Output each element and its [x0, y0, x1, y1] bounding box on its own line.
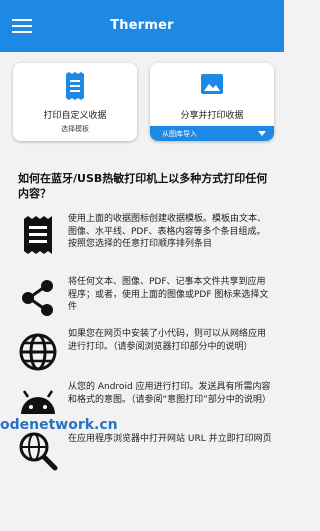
print-custom-receipt-card[interactable]: 打印自定义收据 选择模板 — [13, 63, 137, 141]
watermark: odenetwork.cn — [0, 417, 118, 433]
app-bar: Thermer — [0, 0, 284, 52]
card-label: 打印自定义收据 — [43, 111, 107, 121]
dropdown-value: 从图库导入 — [162, 130, 197, 138]
search-web-icon — [19, 432, 58, 471]
help-question: 如何在蓝牙/USB热敏打印机上以多种方式打印任何内容？ — [18, 172, 268, 200]
import-source-dropdown[interactable]: 从图库导入 — [150, 126, 274, 141]
method-text: 在应用程序浏览器中打开网站 URL 并立即打印网页 — [68, 434, 272, 444]
method-text: 将任何文本、图像、PDF、记事本文件共享到应用程序；或者，使用上面的图像或PDF… — [68, 277, 269, 312]
android-icon — [21, 390, 55, 414]
receipt-icon — [66, 72, 84, 100]
share-icon — [22, 280, 53, 316]
receipt-icon — [24, 216, 52, 254]
card-label: 分享并打印收据 — [180, 111, 244, 121]
image-icon — [201, 74, 223, 94]
choose-template-label: 选择模板 — [61, 125, 89, 133]
method-text: 如果您在网页中安装了小代码，则可以从网络应用进行打印。（请参阅浏览器打印部分中的… — [68, 329, 267, 352]
method-text: 从您的 Android 应用进行打印。发送具有所需内容和格式的意图。（请参阅“意… — [68, 382, 271, 405]
share-print-receipt-card[interactable]: 分享并打印收据 从图库导入 — [150, 63, 274, 141]
app-title: Thermer — [110, 18, 174, 33]
globe-icon — [19, 333, 57, 371]
method-text: 使用上面的收据图标创建收据模板。模板由文本、图像、水平线、PDF、表格内容等多个… — [68, 214, 267, 249]
chevron-down-icon — [258, 131, 266, 136]
